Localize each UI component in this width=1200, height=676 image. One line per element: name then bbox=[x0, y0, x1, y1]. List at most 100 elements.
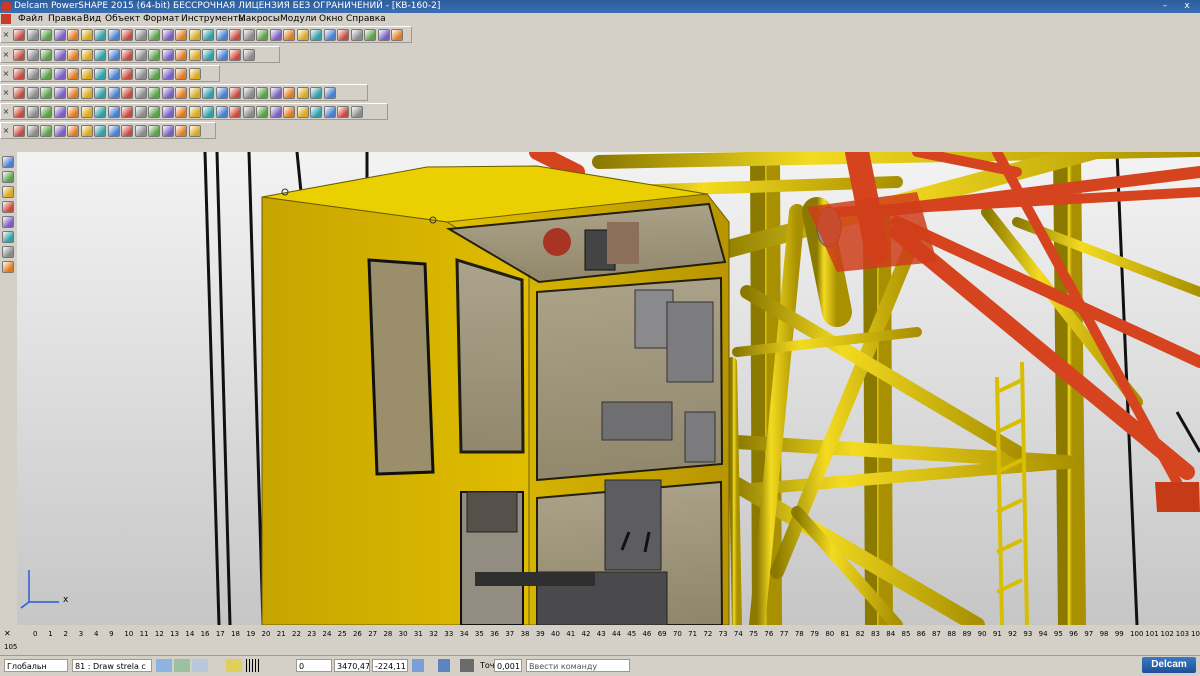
toolbar-render-button-icon[interactable] bbox=[94, 125, 106, 137]
level-number[interactable]: 73 bbox=[719, 630, 728, 638]
level-number[interactable]: 35 bbox=[475, 630, 484, 638]
toolbar-view-button-icon[interactable] bbox=[202, 49, 214, 61]
toolbar-objects-button-icon[interactable] bbox=[40, 68, 52, 80]
menu-format[interactable]: Формат bbox=[143, 13, 180, 25]
toolbar-objects-button-icon[interactable] bbox=[161, 68, 174, 80]
level-number[interactable]: 37 bbox=[505, 630, 514, 638]
tolerance-field[interactable]: 0,001 bbox=[494, 659, 522, 672]
toolbar-surfaces-button-icon[interactable] bbox=[13, 87, 25, 99]
toolbar-main-button-icon[interactable] bbox=[337, 29, 349, 41]
toolbar-main-button-icon[interactable] bbox=[53, 29, 66, 41]
toolbar-render-button-icon[interactable] bbox=[148, 125, 160, 137]
level-number[interactable]: 91 bbox=[993, 630, 1002, 638]
toolbar-view-button-icon[interactable] bbox=[94, 49, 106, 61]
level-number[interactable]: 90 bbox=[978, 630, 987, 638]
menu-help[interactable]: Справка bbox=[346, 13, 386, 25]
level-number[interactable]: 75 bbox=[749, 630, 758, 638]
level-number[interactable]: 40 bbox=[551, 630, 560, 638]
left-toolbar-button-icon[interactable] bbox=[2, 216, 14, 228]
app-icon[interactable] bbox=[2, 2, 11, 11]
level-number[interactable]: 92 bbox=[1008, 630, 1017, 638]
toolbar-objects-button-icon[interactable] bbox=[13, 68, 25, 80]
toolbar-render-button-icon[interactable] bbox=[13, 125, 25, 137]
level-number[interactable]: 43 bbox=[597, 630, 606, 638]
ruler-close-icon[interactable]: ✕ bbox=[4, 629, 11, 638]
level-number[interactable]: 21 bbox=[277, 630, 286, 638]
toolbar-surfaces-button-icon[interactable] bbox=[121, 87, 133, 99]
toolbar-surfaces-button-icon[interactable] bbox=[283, 87, 295, 99]
toolbar-solids-button-icon[interactable] bbox=[350, 106, 363, 118]
toolbar-objects-button-icon[interactable] bbox=[80, 68, 93, 80]
toolbar-view-button-icon[interactable] bbox=[26, 49, 39, 61]
calculator-icon[interactable] bbox=[412, 659, 424, 672]
left-toolbar-button-icon[interactable] bbox=[2, 246, 14, 258]
toolbar-surfaces-button-icon[interactable] bbox=[310, 87, 322, 99]
toolbar-solids-button-icon[interactable] bbox=[310, 106, 322, 118]
object-icon[interactable] bbox=[174, 659, 190, 672]
command-input[interactable]: Ввести команду bbox=[526, 659, 630, 672]
level-number[interactable]: 80 bbox=[825, 630, 834, 638]
level-number[interactable]: 44 bbox=[612, 630, 621, 638]
toolbar-main-button-icon[interactable] bbox=[242, 29, 255, 41]
left-toolbar-button-icon[interactable] bbox=[2, 261, 14, 273]
level-number[interactable]: 28 bbox=[383, 630, 392, 638]
toolbar-objects-button-icon[interactable] bbox=[175, 68, 187, 80]
level-icon[interactable] bbox=[156, 659, 172, 672]
toolbar-solids-button-icon[interactable] bbox=[67, 106, 79, 118]
level-number[interactable]: 69 bbox=[658, 630, 667, 638]
toolbar-close-icon[interactable]: × bbox=[2, 87, 10, 99]
toolbar-close-icon[interactable]: × bbox=[2, 125, 10, 137]
toolbar-render-button-icon[interactable] bbox=[188, 125, 201, 137]
toolbar-solids-button-icon[interactable] bbox=[94, 106, 106, 118]
level-number[interactable]: 4 bbox=[94, 630, 98, 638]
toolbar-surfaces-button-icon[interactable] bbox=[323, 87, 336, 99]
toolbar-main-button-icon[interactable] bbox=[377, 29, 390, 41]
toolbar-main-button-icon[interactable] bbox=[13, 29, 25, 41]
level-number[interactable]: 77 bbox=[780, 630, 789, 638]
toolbar-objects-button-icon[interactable] bbox=[107, 68, 120, 80]
level-number[interactable]: 99 bbox=[1115, 630, 1124, 638]
level-number[interactable]: 71 bbox=[688, 630, 697, 638]
level-number[interactable]: 30 bbox=[399, 630, 408, 638]
left-toolbar-button-icon[interactable] bbox=[2, 231, 14, 243]
toolbar-solids-button-icon[interactable] bbox=[13, 106, 25, 118]
coordinate-a-field[interactable]: 0 bbox=[296, 659, 332, 672]
close-button[interactable]: x bbox=[1178, 1, 1196, 12]
toolbar-surfaces-button-icon[interactable] bbox=[269, 87, 282, 99]
level-number[interactable]: 25 bbox=[338, 630, 347, 638]
coordinate-x-field[interactable]: 3470,47 bbox=[334, 659, 370, 672]
level-number[interactable]: 96 bbox=[1069, 630, 1078, 638]
toolbar-view-button-icon[interactable] bbox=[188, 49, 201, 61]
toolbar-main-button-icon[interactable] bbox=[350, 29, 363, 41]
level-number[interactable]: 102 bbox=[1161, 630, 1174, 638]
toolbar-solids-button-icon[interactable] bbox=[80, 106, 93, 118]
toolbar-main-button-icon[interactable] bbox=[229, 29, 241, 41]
level-number[interactable]: 18 bbox=[231, 630, 240, 638]
toolbar-main-button-icon[interactable] bbox=[94, 29, 106, 41]
level-number[interactable]: 19 bbox=[246, 630, 255, 638]
toolbar-solids-button-icon[interactable] bbox=[40, 106, 52, 118]
toolbar-solids-button-icon[interactable] bbox=[188, 106, 201, 118]
menu-object[interactable]: Объект bbox=[105, 13, 140, 25]
toolbar-render-button-icon[interactable] bbox=[134, 125, 147, 137]
toolbar-main-button-icon[interactable] bbox=[391, 29, 403, 41]
toolbar-solids-button-icon[interactable] bbox=[337, 106, 349, 118]
menu-modules[interactable]: Модули bbox=[280, 13, 316, 25]
toolbar-main-button-icon[interactable] bbox=[296, 29, 309, 41]
level-number[interactable]: 2 bbox=[63, 630, 67, 638]
toolbar-surfaces-button-icon[interactable] bbox=[67, 87, 79, 99]
toolbar-objects-button-icon[interactable] bbox=[188, 68, 201, 80]
level-number[interactable]: 42 bbox=[582, 630, 591, 638]
level-number[interactable]: 88 bbox=[947, 630, 956, 638]
level-number[interactable]: 14 bbox=[185, 630, 194, 638]
level-number[interactable]: 32 bbox=[429, 630, 438, 638]
level-number[interactable]: 33 bbox=[444, 630, 453, 638]
coordinate-y-field[interactable]: -224,11 bbox=[372, 659, 408, 672]
level-number[interactable]: 3 bbox=[79, 630, 83, 638]
toolbar-surfaces-button-icon[interactable] bbox=[296, 87, 309, 99]
toolbar-solids-button-icon[interactable] bbox=[256, 106, 268, 118]
toolbar-render-button-icon[interactable] bbox=[40, 125, 52, 137]
toolbar-solids-button-icon[interactable] bbox=[283, 106, 295, 118]
toolbar-view-button-icon[interactable] bbox=[107, 49, 120, 61]
toolbar-surfaces-button-icon[interactable] bbox=[256, 87, 268, 99]
